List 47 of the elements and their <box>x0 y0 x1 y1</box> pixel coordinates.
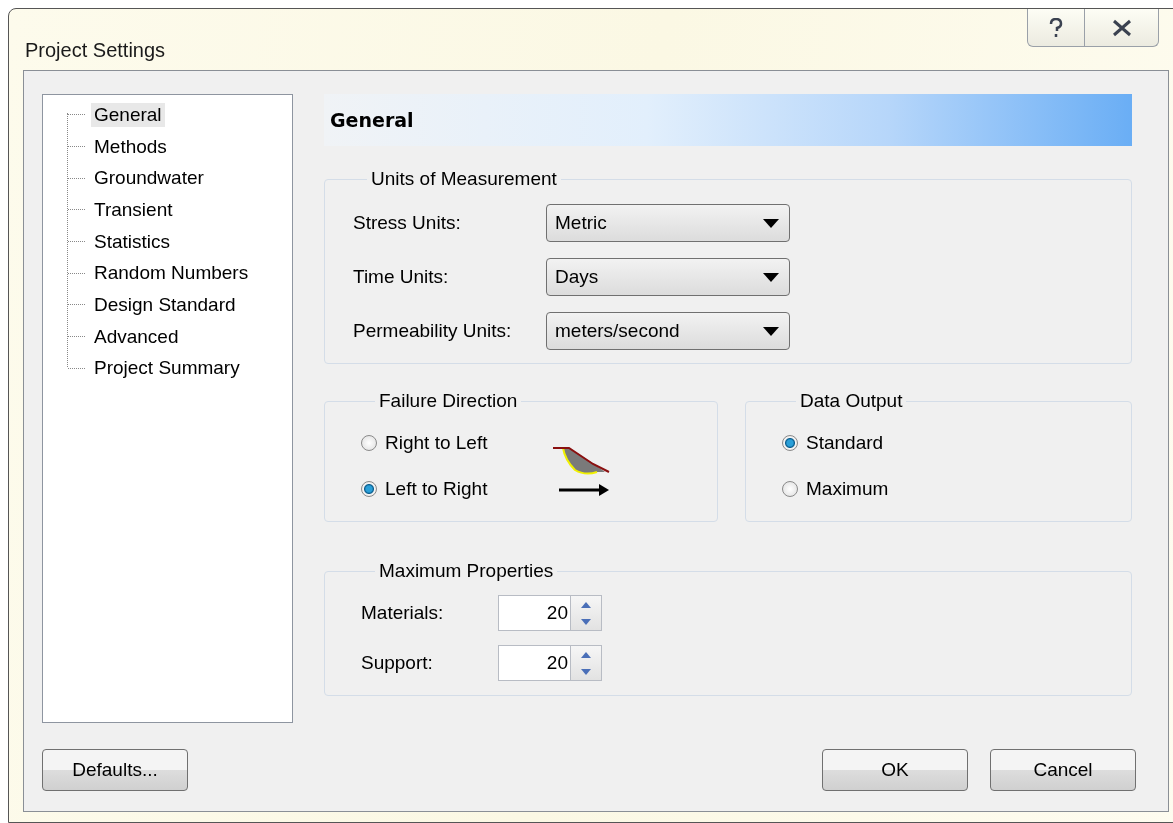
page-title: General <box>330 109 414 131</box>
radio-option[interactable]: Right to Left <box>361 431 488 454</box>
close-button[interactable] <box>1085 9 1159 47</box>
tree-item[interactable]: Statistics <box>91 229 174 254</box>
field-label: Support: <box>361 652 434 674</box>
radio-button[interactable] <box>782 434 798 451</box>
radio-button[interactable] <box>782 480 798 497</box>
caret-icon <box>763 272 779 282</box>
tree-item[interactable]: Random Numbers <box>91 261 252 286</box>
caret-icon <box>763 218 779 228</box>
tree-item[interactable]: Methods <box>91 134 170 159</box>
spin-box[interactable]: 20 <box>498 645 602 681</box>
tree-item[interactable]: Design Standard <box>91 292 239 317</box>
dropdown[interactable]: Days <box>546 258 790 296</box>
defaults-button[interactable]: Defaults... <box>42 749 188 791</box>
dropdown[interactable]: meters/second <box>546 312 790 350</box>
caret-icon <box>763 326 779 336</box>
close-icon <box>1110 18 1133 37</box>
tree-item[interactable]: General <box>91 102 165 127</box>
help-button[interactable] <box>1027 9 1085 47</box>
tree-item[interactable]: Advanced <box>91 324 182 349</box>
group-title: Data Output <box>799 390 904 412</box>
window-title: Project Settings <box>25 39 166 62</box>
radio-option[interactable]: Standard <box>782 431 889 454</box>
radio-button[interactable] <box>361 434 377 451</box>
ok-button[interactable]: OK <box>822 749 968 791</box>
up-arrow-icon[interactable] <box>580 600 592 609</box>
group-title: Failure Direction <box>378 390 519 412</box>
down-arrow-icon[interactable] <box>580 617 592 626</box>
radio-option[interactable]: Left to Right <box>361 477 488 500</box>
tree-item[interactable]: Project Summary <box>91 356 243 381</box>
up-arrow-icon[interactable] <box>580 650 592 659</box>
field-label: Permeability Units: <box>353 320 513 342</box>
dropdown[interactable]: Metric <box>546 204 790 242</box>
cancel-button[interactable]: Cancel <box>990 749 1136 791</box>
field-label: Materials: <box>361 602 445 624</box>
radio-option[interactable]: Maximum <box>782 477 889 500</box>
tree-item[interactable]: Groundwater <box>91 166 207 191</box>
group-title: Maximum Properties <box>378 560 555 582</box>
tree-item[interactable]: Transient <box>91 197 176 222</box>
down-arrow-icon[interactable] <box>580 667 592 676</box>
field-label: Stress Units: <box>353 212 462 234</box>
group-title: Units of Measurement <box>370 168 558 190</box>
field-label: Time Units: <box>353 266 450 288</box>
radio-button[interactable] <box>361 480 377 497</box>
spin-box[interactable]: 20 <box>498 595 602 631</box>
help-icon <box>1049 17 1063 38</box>
